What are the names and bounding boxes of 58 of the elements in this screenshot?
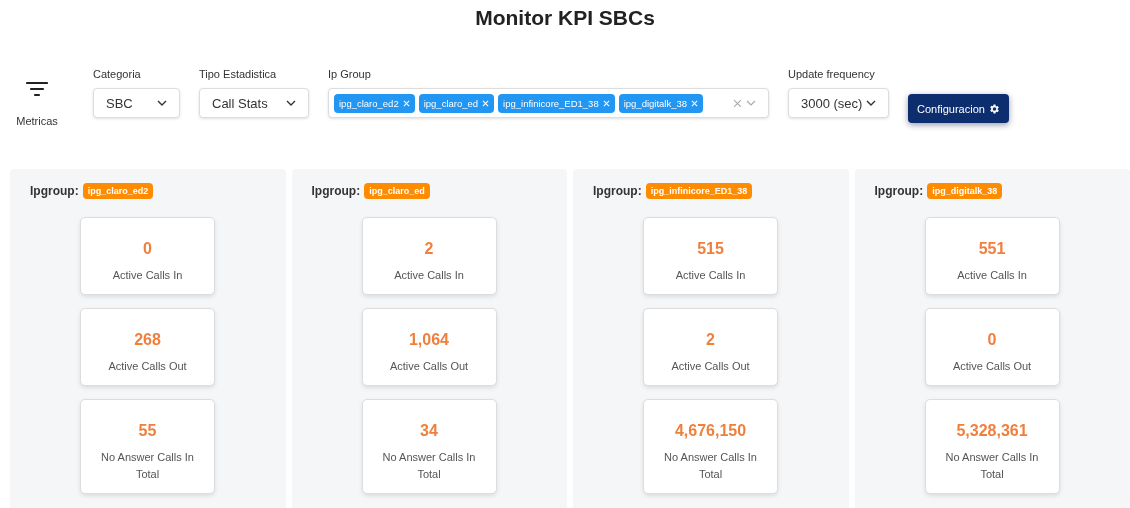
field-label: Categoria — [93, 68, 142, 80]
ipgroup-label: Ipgroup: — [874, 184, 924, 198]
chevron-icon — [866, 100, 876, 106]
kpi-value: 2 — [706, 331, 715, 349]
field-label: Update frequency — [788, 68, 876, 80]
close-icon[interactable] — [482, 99, 490, 107]
ip-group-tag[interactable]: ipg_claro_ed2 — [334, 93, 415, 113]
statistic-type-select[interactable]: Call Stats — [199, 88, 309, 118]
settings-icon — [987, 102, 1000, 115]
clear-icon[interactable] — [733, 98, 742, 108]
kpi-label: No Answer Calls In Total — [944, 450, 1040, 482]
kpi-value: 2 — [424, 240, 434, 258]
kpi-value: 0 — [143, 240, 152, 258]
kpi-label: No Answer Calls In Total — [100, 450, 195, 482]
kpi-label: Active Calls In — [111, 268, 184, 283]
kpi-label: Active Calls In — [674, 268, 747, 283]
ip-group-tag[interactable]: ipg_infinicore_ED1_38 — [498, 93, 615, 113]
kpi-label: Active Calls Out — [670, 359, 751, 374]
field-label: Ip Group — [328, 68, 372, 80]
ip-group-tag[interactable]: ipg_digitalk_38 — [618, 93, 704, 113]
kpi-label: No Answer Calls In Total — [381, 450, 477, 482]
close-icon[interactable] — [691, 99, 699, 107]
kpi-label: Active Calls In — [393, 268, 465, 283]
kpi-value: 34 — [420, 422, 438, 440]
kpi-value: 551 — [978, 240, 1006, 258]
chevron-icon — [286, 100, 296, 106]
kpi-label: Active Calls Out — [107, 359, 188, 374]
kpi-label: No Answer Calls In Total — [663, 450, 758, 482]
kpi-value: 1,064 — [408, 331, 449, 349]
field-label: Tipo Estadistica — [199, 68, 278, 80]
ip-group-tag[interactable]: ipg_claro_ed — [418, 93, 495, 113]
configuration-button[interactable]: Configuracion — [908, 94, 1009, 123]
metrics-label: Metricas — [16, 115, 58, 127]
ipgroup-badge: ipg_infinicore_ED1_38 — [645, 183, 753, 199]
kpi-value: 515 — [697, 240, 724, 258]
kpi-value: 5,328,361 — [956, 422, 1028, 440]
kpi-value: 55 — [138, 422, 157, 440]
ipgroup-badge: ipg_digitalk_38 — [927, 183, 1003, 199]
ipgroup-label: Ipgroup: — [30, 184, 79, 198]
filter-icon[interactable] — [26, 81, 48, 97]
kpi-label: Active Calls Out — [388, 359, 470, 374]
chevron-icon[interactable] — [746, 100, 756, 106]
ip-group-multiselect[interactable]: ipg_claro_ed2 ipg_claro_ed ipg_infinicore_ED1_38 ipg_digitalk_38 — [328, 88, 769, 118]
kpi-label: Active Calls In — [956, 268, 1028, 283]
frequency-select[interactable]: 3000 (sec) — [788, 88, 889, 118]
kpi-value: 4,676,150 — [674, 422, 747, 440]
kpi-value: 0 — [987, 331, 997, 349]
category-select[interactable]: SBC — [93, 88, 180, 118]
chevron-icon — [157, 100, 167, 106]
page-title: Monitor KPI SBCs — [474, 5, 656, 31]
close-icon[interactable] — [602, 99, 610, 107]
ipgroup-label: Ipgroup: — [311, 184, 361, 198]
ipgroup-badge: ipg_claro_ed2 — [82, 183, 154, 199]
kpi-value: 268 — [134, 331, 161, 349]
kpi-label: Active Calls Out — [951, 359, 1033, 374]
ipgroup-label: Ipgroup: — [593, 184, 642, 198]
close-icon[interactable] — [402, 99, 410, 107]
ipgroup-badge: ipg_claro_ed — [364, 183, 430, 199]
